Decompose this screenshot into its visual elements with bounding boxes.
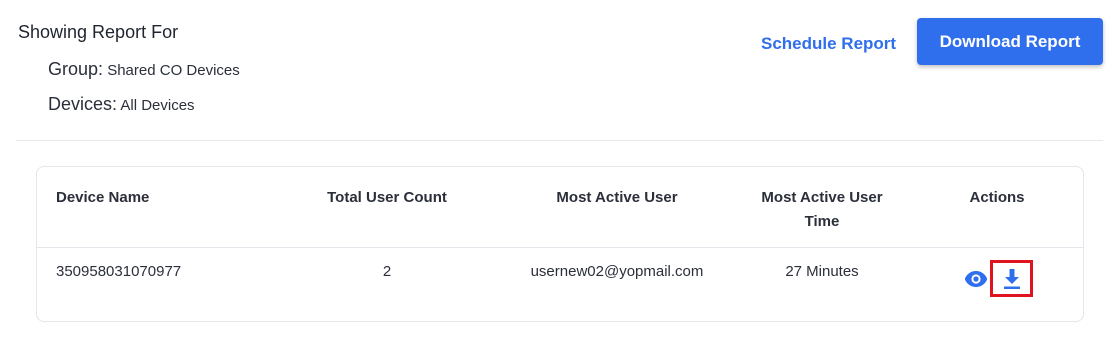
devices-label: Devices: xyxy=(48,94,118,114)
download-icon xyxy=(1003,268,1020,289)
report-header: Showing Report For Group: Shared CO Devi… xyxy=(0,0,1115,140)
schedule-report-link[interactable]: Schedule Report xyxy=(761,34,896,54)
eye-icon[interactable] xyxy=(964,270,988,288)
group-label: Group: xyxy=(48,59,104,79)
cell-total-user-count: 2 xyxy=(382,263,392,280)
column-header-most-active-user: Most Active User xyxy=(556,189,678,206)
header-row-divider xyxy=(37,247,1083,248)
devices-filter: Devices: All Devices xyxy=(48,94,195,115)
column-header-device-name: Device Name xyxy=(56,189,150,206)
column-header-actions: Actions xyxy=(969,189,1025,206)
column-header-most-active-user-time: Most Active User Time xyxy=(761,189,883,230)
group-filter: Group: Shared CO Devices xyxy=(48,59,240,80)
report-title: Showing Report For xyxy=(18,22,179,42)
column-header-total-user-count: Total User Count xyxy=(327,189,447,206)
devices-value: All Devices xyxy=(120,97,195,114)
cell-device-name: 350958031070977 xyxy=(56,263,182,280)
group-value: Shared CO Devices xyxy=(107,62,240,79)
header-divider xyxy=(16,140,1103,141)
cell-most-active-user: usernew02@yopmail.com xyxy=(530,263,704,280)
cell-most-active-user-time: 27 Minutes xyxy=(785,263,859,280)
report-table: Device Name Total User Count Most Active… xyxy=(36,166,1084,322)
download-report-button[interactable]: Download Report xyxy=(917,18,1103,65)
download-action-button[interactable] xyxy=(990,260,1033,297)
